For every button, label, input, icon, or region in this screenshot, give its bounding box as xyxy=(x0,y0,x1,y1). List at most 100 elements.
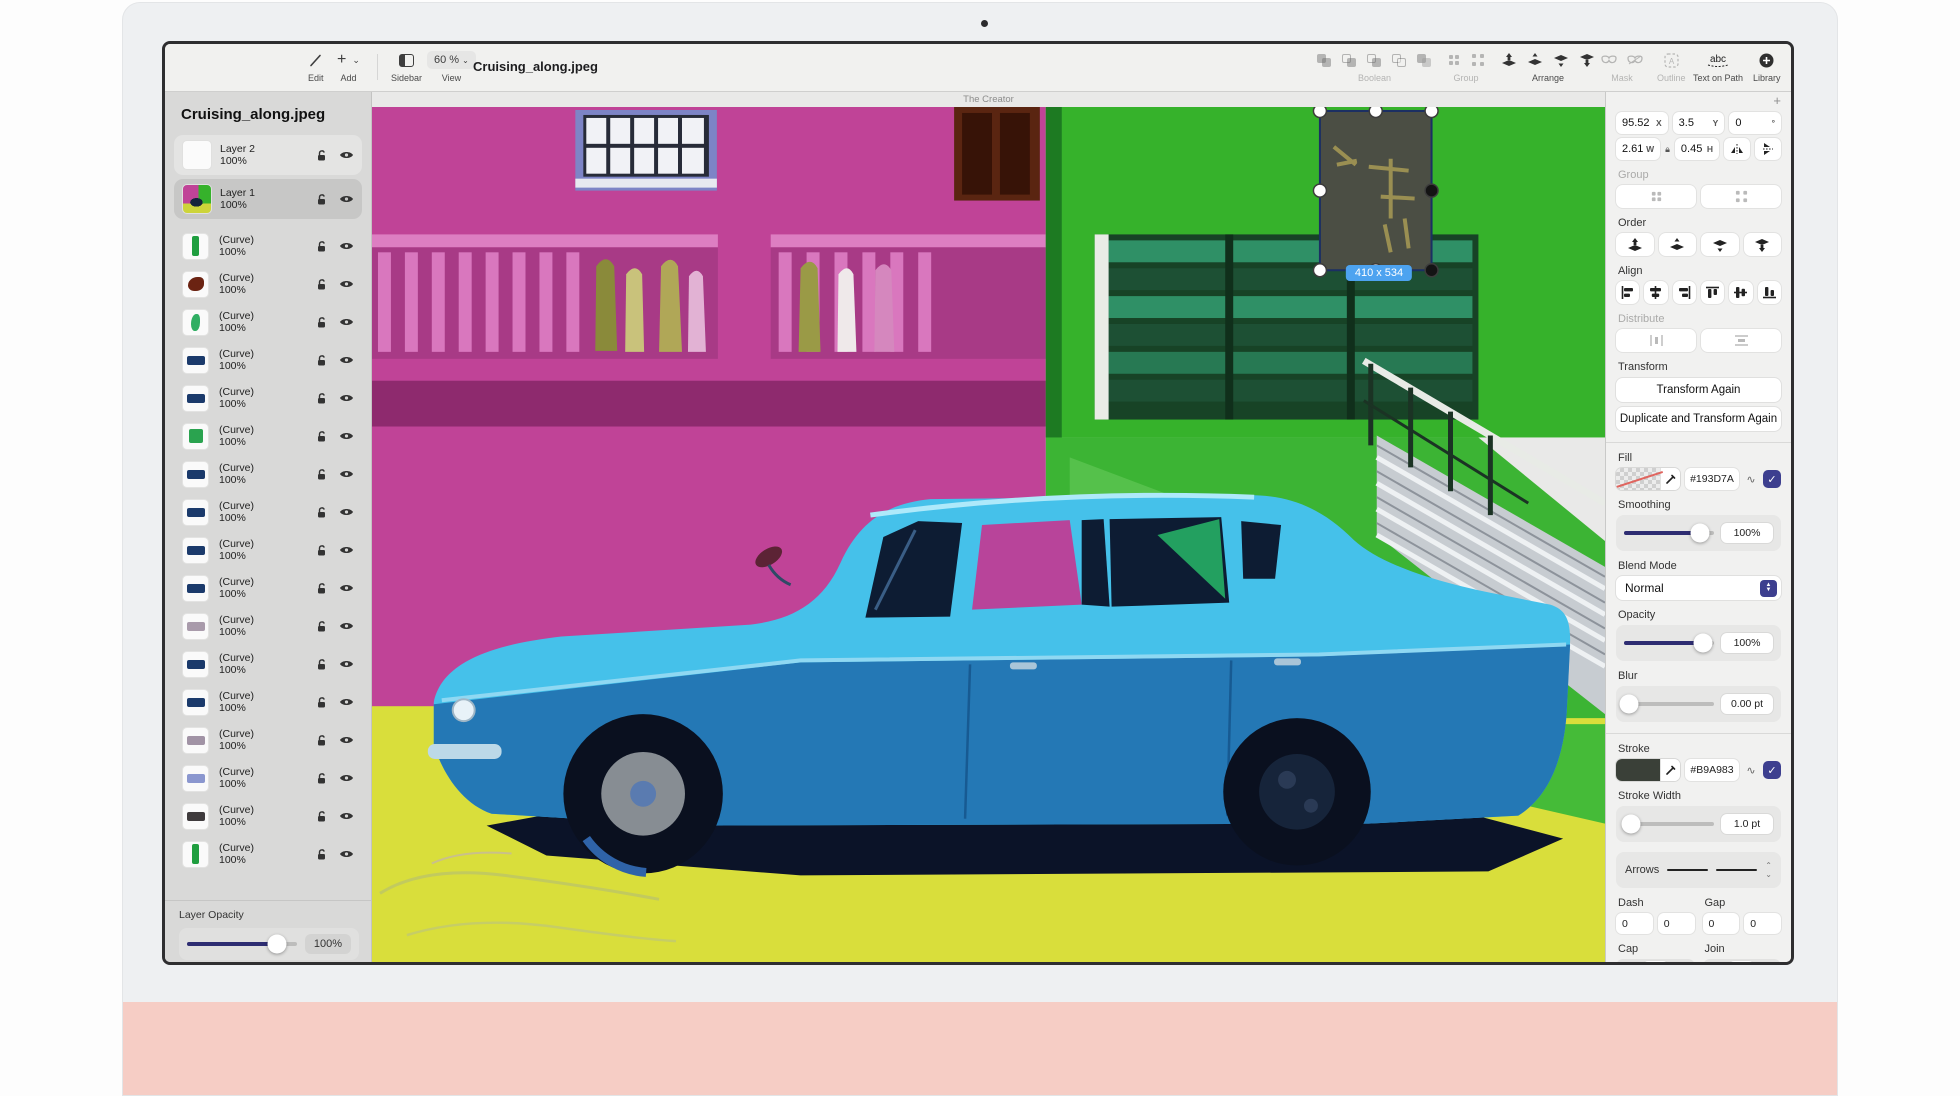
join-round-option[interactable] xyxy=(1729,961,1754,962)
layer-row-layer1-selected[interactable]: Layer 1 100% xyxy=(174,179,362,219)
unlock-icon[interactable] xyxy=(316,468,328,481)
align-left-button[interactable] xyxy=(1616,281,1639,304)
unlock-icon[interactable] xyxy=(316,734,328,747)
gap-input-2[interactable]: 0 xyxy=(1744,913,1781,934)
visibility-eye-icon[interactable] xyxy=(339,150,354,160)
unlock-icon[interactable] xyxy=(316,620,328,633)
curve-layer-row[interactable]: (Curve) 100% xyxy=(165,303,371,341)
curve-layer-row[interactable]: (Curve) 100% xyxy=(165,341,371,379)
x-position-field[interactable]: 95.52X xyxy=(1616,112,1668,134)
align-middle-vertical-button[interactable] xyxy=(1729,281,1752,304)
text-on-path-tool[interactable]: abc Text on Path xyxy=(1693,49,1743,83)
curve-layer-row[interactable]: (Curve) 100% xyxy=(165,835,371,873)
visibility-eye-icon[interactable] xyxy=(339,773,354,783)
unlock-icon[interactable] xyxy=(316,392,328,405)
boolean-intersect-icon[interactable] xyxy=(1367,54,1382,67)
dash-input-2[interactable]: 0 xyxy=(1658,913,1695,934)
smoothing-slider[interactable] xyxy=(1624,531,1714,535)
curve-layer-row[interactable]: (Curve) 100% xyxy=(165,379,371,417)
visibility-eye-icon[interactable] xyxy=(339,355,354,365)
boolean-subtract-icon[interactable] xyxy=(1342,54,1357,67)
outline-icon[interactable]: A xyxy=(1664,53,1679,68)
eyedropper-icon[interactable] xyxy=(1660,468,1680,490)
unlock-icon[interactable] xyxy=(316,430,328,443)
distribute-vertical-button[interactable] xyxy=(1701,329,1781,352)
slider-knob[interactable] xyxy=(1620,695,1639,714)
visibility-eye-icon[interactable] xyxy=(339,621,354,631)
fill-color-swatch[interactable] xyxy=(1616,468,1680,490)
curve-layer-row[interactable]: (Curve) 100% xyxy=(165,227,371,265)
visibility-eye-icon[interactable] xyxy=(339,317,354,327)
unlock-icon[interactable] xyxy=(316,772,328,785)
height-field[interactable]: 0.45H xyxy=(1675,138,1719,160)
unlock-icon[interactable] xyxy=(316,278,328,291)
unlock-icon[interactable] xyxy=(316,582,328,595)
bring-forward-icon[interactable] xyxy=(1527,53,1543,67)
blur-slider[interactable] xyxy=(1624,702,1714,706)
add-tool[interactable]: + ⌄ Add xyxy=(337,49,360,83)
send-to-back-button[interactable] xyxy=(1744,233,1782,256)
edit-tool[interactable]: Edit xyxy=(308,49,324,83)
distribute-horizontal-button[interactable] xyxy=(1616,329,1696,352)
slider-knob[interactable] xyxy=(1690,524,1709,543)
align-bottom-button[interactable] xyxy=(1758,281,1781,304)
group-icon[interactable] xyxy=(1447,53,1461,67)
transform-again-button[interactable]: Transform Again xyxy=(1616,378,1781,402)
visibility-eye-icon[interactable] xyxy=(339,811,354,821)
curve-layer-row[interactable]: (Curve) 100% xyxy=(165,645,371,683)
visibility-eye-icon[interactable] xyxy=(339,431,354,441)
curve-layer-row[interactable]: (Curve) 100% xyxy=(165,607,371,645)
cap-butt-option[interactable] xyxy=(1618,961,1643,962)
blend-mode-dropdown[interactable]: Normal ▲▼ xyxy=(1616,576,1781,600)
selected-object[interactable] xyxy=(1320,111,1432,270)
arrows-control[interactable]: Arrows ⌃⌄ xyxy=(1616,852,1781,888)
bring-to-front-icon[interactable] xyxy=(1501,53,1517,67)
unmask-icon[interactable] xyxy=(1627,55,1643,65)
rotation-field[interactable]: 0° xyxy=(1729,112,1781,134)
visibility-eye-icon[interactable] xyxy=(339,507,354,517)
visibility-eye-icon[interactable] xyxy=(339,735,354,745)
curve-layer-row[interactable]: (Curve) 100% xyxy=(165,531,371,569)
visibility-eye-icon[interactable] xyxy=(339,583,354,593)
boolean-divide-icon[interactable] xyxy=(1417,54,1432,67)
unlock-icon[interactable] xyxy=(316,354,328,367)
unlock-icon[interactable] xyxy=(316,848,328,861)
gradient-icon[interactable]: ∿ xyxy=(1744,473,1758,486)
curve-layer-row[interactable]: (Curve) 100% xyxy=(165,417,371,455)
curve-layer-row[interactable]: (Curve) 100% xyxy=(165,759,371,797)
sidebar-toggle[interactable]: Sidebar xyxy=(391,49,422,83)
align-top-button[interactable] xyxy=(1701,281,1724,304)
add-panel-button[interactable]: + xyxy=(1616,96,1781,108)
unlock-icon[interactable] xyxy=(316,544,328,557)
unlock-icon[interactable] xyxy=(316,658,328,671)
y-position-field[interactable]: 3.5Y xyxy=(1673,112,1725,134)
curve-layer-row[interactable]: (Curve) 100% xyxy=(165,721,371,759)
width-field[interactable]: 2.61W xyxy=(1616,138,1660,160)
stroke-width-slider[interactable] xyxy=(1624,822,1714,826)
layer-opacity-slider[interactable] xyxy=(187,942,297,946)
join-miter-option[interactable] xyxy=(1705,961,1730,962)
fill-enabled-checkbox[interactable]: ✓ xyxy=(1763,470,1781,488)
unlock-icon[interactable] xyxy=(316,696,328,709)
unlock-icon[interactable] xyxy=(316,810,328,823)
gradient-icon[interactable]: ∿ xyxy=(1744,764,1758,777)
stroke-enabled-checkbox[interactable]: ✓ xyxy=(1763,761,1781,779)
curve-layer-row[interactable]: (Curve) 100% xyxy=(165,683,371,721)
join-bevel-option[interactable] xyxy=(1754,961,1779,962)
group-button[interactable] xyxy=(1616,185,1696,208)
align-right-button[interactable] xyxy=(1673,281,1696,304)
slider-knob[interactable] xyxy=(268,935,287,954)
curve-layer-row[interactable]: (Curve) 100% xyxy=(165,797,371,835)
slider-knob[interactable] xyxy=(1622,815,1641,834)
visibility-eye-icon[interactable] xyxy=(339,279,354,289)
send-backward-button[interactable] xyxy=(1701,233,1739,256)
bring-to-front-button[interactable] xyxy=(1616,233,1654,256)
slider-knob[interactable] xyxy=(1694,634,1713,653)
cap-round-option[interactable] xyxy=(1643,961,1668,962)
unlock-icon[interactable] xyxy=(316,316,328,329)
layer-row-layer2[interactable]: Layer 2 100% xyxy=(174,135,362,175)
view-zoom-control[interactable]: 60 % ⌄ View xyxy=(427,49,476,83)
dash-input-1[interactable]: 0 xyxy=(1616,913,1653,934)
curve-layer-row[interactable]: (Curve) 100% xyxy=(165,455,371,493)
flip-vertical-button[interactable] xyxy=(1755,138,1781,160)
